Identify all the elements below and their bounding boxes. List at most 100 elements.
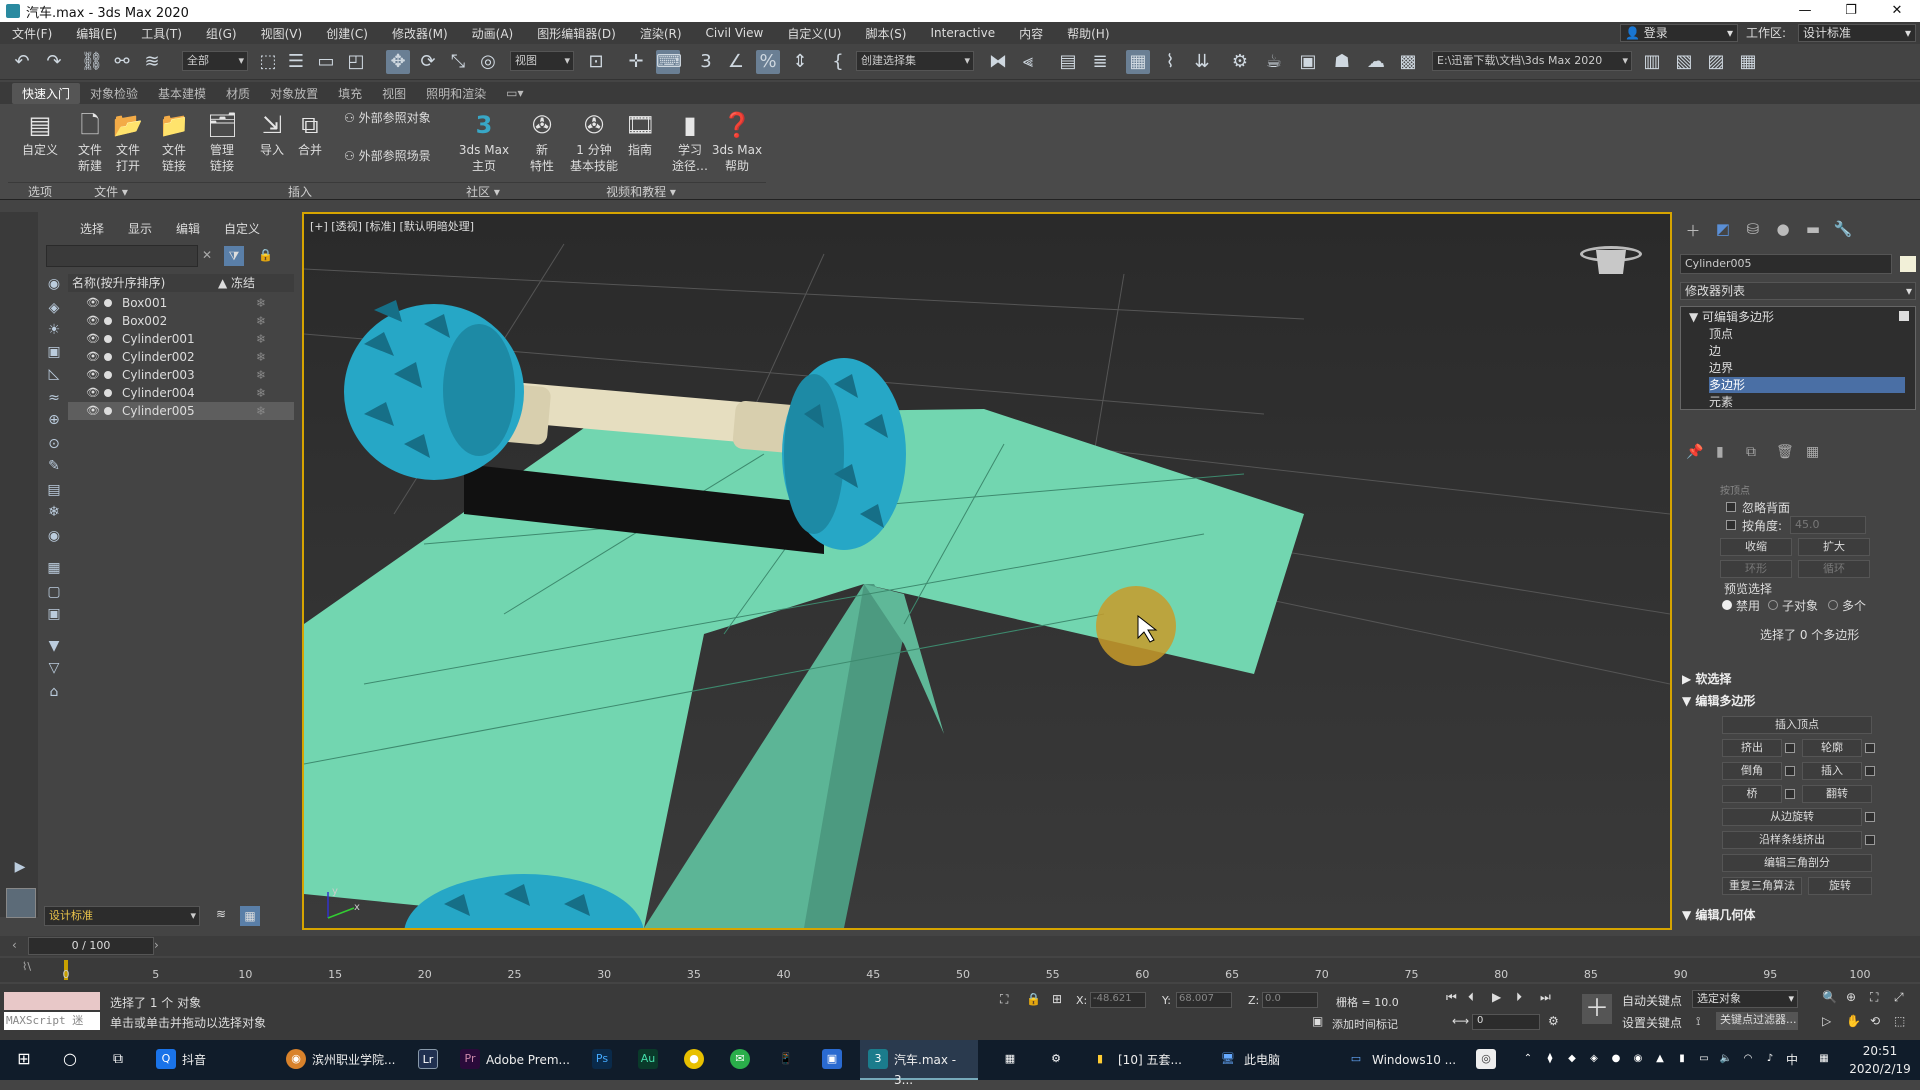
pan-icon[interactable]: ✋: [1846, 1014, 1861, 1028]
menu-views[interactable]: 视图(V): [249, 25, 315, 42]
explorer-row-box001[interactable]: 👁 Box001 ❄: [68, 294, 294, 312]
taskbar-date[interactable]: 2020/2/19: [1844, 1062, 1916, 1076]
new-features-button[interactable]: ✇ 新 特性: [522, 110, 562, 174]
freeze-icon[interactable]: ❄: [256, 312, 266, 330]
freeze-icon[interactable]: ❄: [256, 384, 266, 402]
tray-icon-5[interactable]: ▲: [1650, 1049, 1670, 1069]
lock-icon[interactable]: ⌂: [44, 682, 64, 702]
viewcube[interactable]: [1580, 238, 1642, 278]
modify-tab-icon[interactable]: ◩: [1708, 220, 1738, 241]
absolute-mode-icon[interactable]: ⊞: [1052, 992, 1062, 1006]
configure-modifier-sets-icon[interactable]: ▦: [1806, 444, 1819, 460]
freeze-icon[interactable]: ❄: [256, 294, 266, 312]
key-filter-dropdown[interactable]: 选定对象 ▾: [1692, 990, 1798, 1008]
ring-button[interactable]: 环形: [1720, 560, 1792, 578]
tab-object-inspection[interactable]: 对象检验: [80, 83, 148, 104]
object-name-field[interactable]: Cylinder005: [1680, 254, 1892, 274]
ribbon-options-icon[interactable]: ▭▾: [496, 84, 533, 102]
qq-browser-icon[interactable]: ●: [684, 1049, 704, 1069]
visibility-eye-icon[interactable]: 👁: [86, 294, 100, 312]
lock-selection-icon[interactable]: 🔒: [1026, 992, 1041, 1006]
filter-groups-icon[interactable]: ⊕: [44, 410, 64, 430]
app-window-icon[interactable]: ▣: [822, 1049, 842, 1069]
insert-vertex-button[interactable]: 插入顶点: [1722, 716, 1872, 734]
task-view-icon[interactable]: ⧉: [108, 1049, 128, 1069]
project-open-icon[interactable]: ▧: [1672, 50, 1696, 74]
filter-none-icon[interactable]: ▢: [44, 582, 64, 602]
sub-object-vertex[interactable]: 顶点: [1709, 326, 1733, 342]
ignore-backface-checkbox[interactable]: [1726, 502, 1736, 512]
ime-mode-icon[interactable]: ▦: [1814, 1049, 1834, 1069]
extrude-settings-icon[interactable]: [1785, 743, 1795, 753]
open-3ds-max-360-icon[interactable]: ▩: [1396, 50, 1420, 74]
explorer-row-cylinder003[interactable]: 👁 Cylinder003 ❄: [68, 366, 294, 384]
clear-search-icon[interactable]: ✕: [202, 248, 212, 262]
project-settings-icon[interactable]: ▦: [1736, 50, 1760, 74]
sub-object-polygon[interactable]: 多边形: [1709, 377, 1905, 393]
select-manipulate-icon[interactable]: ✛: [624, 50, 648, 74]
link-icon[interactable]: ⛓: [80, 50, 104, 74]
taskbar-item-school[interactable]: 滨州职业学院...: [312, 1050, 395, 1070]
minimize-button[interactable]: —: [1782, 0, 1828, 22]
pin-stack-icon[interactable]: 📌: [1686, 444, 1703, 460]
menu-content[interactable]: 内容: [1007, 25, 1055, 42]
menu-group[interactable]: 组(G): [194, 25, 249, 42]
freeze-icon[interactable]: ❄: [256, 366, 266, 384]
key-filters-icon[interactable]: ⟟: [1696, 1014, 1700, 1029]
bevel-button[interactable]: 倒角: [1722, 762, 1782, 780]
manage-link-button[interactable]: 🗂 管理 链接: [204, 110, 240, 174]
edit-polygons-rollout[interactable]: ▼ 编辑多边形: [1682, 692, 1918, 709]
bevel-settings-icon[interactable]: [1785, 766, 1795, 776]
explorer-row-cylinder005[interactable]: 👁 Cylinder005 ❄: [68, 402, 294, 420]
inset-button[interactable]: 插入: [1802, 762, 1862, 780]
unlink-icon[interactable]: ⚯: [110, 50, 134, 74]
snaps-toggle-icon[interactable]: 3: [694, 50, 718, 74]
bind-space-warp-icon[interactable]: ≋: [140, 50, 164, 74]
maximize-button[interactable]: ❐: [1828, 0, 1874, 22]
filter-funnel-icon[interactable]: ▼: [44, 636, 64, 656]
explorer-tab-select[interactable]: 选择: [68, 220, 116, 237]
freeze-icon[interactable]: ❄: [256, 348, 266, 366]
track-bar[interactable]: ⌇\ 0 5 10 15 20 25 30 35 40 45 50 55 60 65 70 75 80 85 90 9…: [0, 958, 1920, 982]
auto-key-label[interactable]: 自动关键点: [1622, 992, 1682, 1009]
menu-civil-view[interactable]: Civil View: [694, 26, 776, 40]
layers-icon[interactable]: ≋: [216, 907, 226, 921]
extrude-spline-settings-icon[interactable]: [1865, 835, 1875, 845]
menu-edit[interactable]: 编辑(E): [64, 25, 129, 42]
menu-file[interactable]: 文件(F): [0, 25, 64, 42]
import-button[interactable]: ⇲ 导入: [254, 110, 290, 158]
filter-icon[interactable]: ⧩: [224, 246, 244, 266]
taskbar-item-douyin[interactable]: 抖音: [182, 1050, 206, 1070]
angle-snap-icon[interactable]: ∠: [724, 50, 748, 74]
photoshop-icon[interactable]: Ps: [592, 1049, 612, 1069]
file-new-button[interactable]: 🗋 文件 新建: [72, 110, 108, 174]
active-viewport-thumbnail[interactable]: [6, 888, 36, 918]
perspective-viewport[interactable]: [+] [透视] [标准] [默认明暗处理] x y: [302, 212, 1672, 930]
utilities-tab-icon[interactable]: 🔧: [1828, 220, 1858, 241]
explorer-row-box002[interactable]: 👁 Box002 ❄: [68, 312, 294, 330]
outline-button[interactable]: 轮廓: [1802, 739, 1862, 757]
menu-modifiers[interactable]: 修改器(M): [380, 25, 460, 42]
shrink-button[interactable]: 收缩: [1720, 538, 1792, 556]
filter-spacewarps-icon[interactable]: ≈: [44, 388, 64, 408]
edit-geometry-rollout[interactable]: ▼ 编辑几何体: [1682, 906, 1918, 923]
explorer-row-cylinder001[interactable]: 👁 Cylinder001 ❄: [68, 330, 294, 348]
hinge-from-edge-button[interactable]: 从边旋转: [1722, 808, 1862, 826]
flip-button[interactable]: 翻转: [1802, 785, 1872, 803]
menu-interactive[interactable]: Interactive: [918, 26, 1007, 40]
remove-modifier-icon[interactable]: 🗑: [1776, 444, 1794, 460]
edit-named-selection-icon[interactable]: {: [826, 50, 850, 74]
taskbar-item-this-pc[interactable]: 此电脑: [1244, 1050, 1280, 1070]
key-filters-button[interactable]: 关键点过滤器...: [1716, 1012, 1798, 1030]
tray-usb-icon[interactable]: ▮: [1672, 1049, 1692, 1069]
visibility-eye-icon[interactable]: 👁: [86, 330, 100, 348]
show-end-result-icon[interactable]: ▮: [1716, 444, 1724, 460]
tab-view[interactable]: 视图: [372, 83, 416, 104]
project-new-icon[interactable]: ▨: [1704, 50, 1728, 74]
motion-tab-icon[interactable]: ●: [1768, 220, 1798, 241]
selection-filter-dropdown[interactable]: 全部 ▾: [182, 51, 248, 71]
mini-curve-editor-icon[interactable]: ⌇\: [22, 960, 31, 973]
key-mode-icon[interactable]: ⟷: [1452, 1014, 1469, 1028]
filter-frozen-icon[interactable]: ❄: [44, 502, 64, 522]
set-key-label[interactable]: 设置关键点: [1622, 1014, 1682, 1031]
